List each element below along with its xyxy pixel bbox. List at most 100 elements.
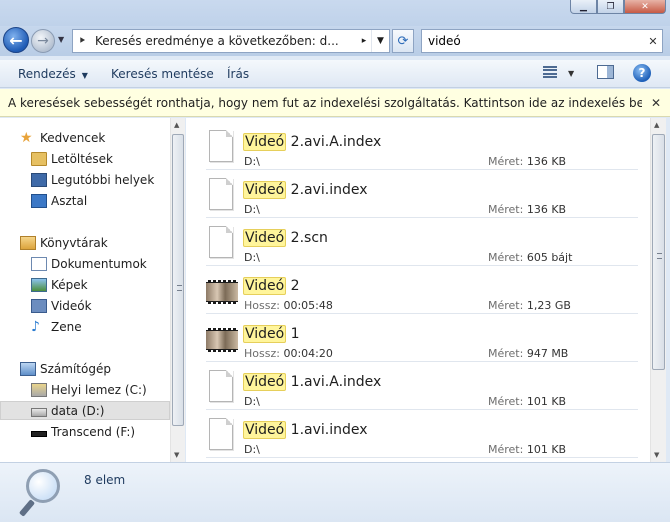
size-label: Méret: [488, 443, 524, 456]
file-name[interactable]: Videó 2.avi.index [243, 181, 368, 199]
scroll-down-icon[interactable]: ▼ [654, 451, 659, 459]
maximize-button[interactable]: ❐ [597, 0, 624, 14]
downloads-folder-icon [31, 151, 47, 166]
details-pane: 8 elem [0, 462, 670, 522]
sidebar-item-videos[interactable]: Videók [0, 296, 170, 315]
meta-value: D:\ [244, 443, 260, 456]
scroll-up-icon[interactable]: ▲ [654, 121, 659, 129]
list-item[interactable]: Videó 1.avi.index D:\ Méret: 101 KB [206, 410, 638, 458]
file-name-rest: 1 [286, 326, 300, 342]
size-label: Méret: [488, 203, 524, 216]
breadcrumb-chevron-icon[interactable]: ▸ [357, 36, 371, 46]
close-info-bar-icon[interactable]: ✕ [642, 96, 670, 110]
file-name-rest: 2.avi.A.index [286, 134, 382, 150]
view-dropdown-icon[interactable]: ▼ [568, 69, 574, 78]
item-count: 8 elem [84, 473, 126, 487]
sidebar-item-data-d[interactable]: data (D:) [0, 401, 170, 420]
meta-value: D:\ [244, 251, 260, 264]
sidebar-item-label: Asztal [51, 193, 88, 208]
sidebar-item-local-disk-c[interactable]: Helyi lemez (C:) [0, 380, 170, 399]
view-options-icon[interactable] [543, 65, 557, 79]
address-dropdown-button[interactable]: ▼ [371, 30, 389, 52]
burn-button[interactable]: Írás [227, 67, 249, 81]
file-name-rest: 2 [286, 278, 300, 294]
list-item[interactable]: Videó 2.avi.index D:\ Méret: 136 KB [206, 170, 638, 218]
file-icon [209, 130, 233, 162]
file-icon [209, 418, 233, 450]
search-highlight: Videó [243, 421, 287, 439]
address-text[interactable]: Keresés eredménye a következőben: d... [91, 34, 357, 48]
address-bar[interactable]: ⯈ Keresés eredménye a következőben: d...… [72, 29, 390, 53]
sidebar-item-computer[interactable]: Számítógép [0, 359, 170, 378]
usb-drive-icon [31, 430, 47, 437]
film-perforation [206, 280, 238, 282]
sidebar-item-libraries[interactable]: Könyvtárak [0, 233, 170, 252]
sidebar-item-label: Videók [51, 298, 92, 313]
sidebar-item-documents[interactable]: Dokumentumok [0, 254, 170, 273]
refresh-button[interactable]: ⟳ [392, 29, 414, 53]
file-icon [209, 226, 233, 258]
sidebar-item-label: Zene [51, 319, 82, 334]
search-highlight: Videó [243, 277, 287, 295]
chevron-down-icon: ▼ [81, 71, 88, 80]
size-label: Méret: [488, 395, 524, 408]
scrollbar-thumb[interactable] [652, 134, 665, 370]
scroll-down-icon[interactable]: ▼ [174, 451, 179, 459]
window-controls: ▁ ❐ ✕ [570, 0, 666, 14]
file-name[interactable]: Videó 1.avi.index [243, 421, 368, 439]
search-highlight: Videó [243, 133, 287, 151]
forward-button[interactable]: → [31, 29, 55, 53]
magnifier-handle [18, 499, 36, 517]
list-item[interactable]: Videó 1 Hossz: 00:04:20 Méret: 947 MB [206, 314, 638, 362]
info-bar-text[interactable]: A keresések sebességét ronthatja, hogy n… [8, 96, 642, 110]
minimize-button[interactable]: ▁ [570, 0, 597, 14]
file-location: D:\ [244, 251, 260, 264]
scrollbar-thumb[interactable] [172, 134, 184, 426]
windows-drive-icon [31, 382, 47, 397]
documents-icon [31, 256, 47, 271]
sidebar-item-downloads[interactable]: Letöltések [0, 149, 170, 168]
file-name[interactable]: Videó 2.scn [243, 229, 328, 247]
list-item[interactable]: Videó 2 Hossz: 00:05:48 Méret: 1,23 GB [206, 266, 638, 314]
navigation-pane-scrollbar[interactable]: ▲ ▼ [170, 118, 185, 462]
sidebar-item-desktop[interactable]: Asztal [0, 191, 170, 210]
sidebar-item-transcend-f[interactable]: Transcend (F:) [0, 422, 170, 441]
sidebar-item-music[interactable]: ♪ Zene [0, 317, 170, 336]
help-icon[interactable]: ? [633, 64, 651, 82]
videos-icon [31, 298, 47, 313]
history-dropdown-button[interactable]: ▼ [58, 35, 64, 44]
sidebar-item-label: Legutóbbi helyek [51, 172, 155, 187]
close-button[interactable]: ✕ [624, 0, 666, 14]
window-chrome: ▁ ❐ ✕ [0, 0, 670, 26]
back-button[interactable]: ← [3, 27, 29, 53]
meta-value: 00:04:20 [283, 347, 333, 360]
list-item[interactable]: Videó 1.avi.A.index D:\ Méret: 101 KB [206, 362, 638, 410]
sidebar-item-favorites[interactable]: ★ Kedvencek [0, 128, 170, 147]
size-value: 101 KB [526, 395, 567, 408]
scroll-up-icon[interactable]: ▲ [174, 121, 179, 129]
sidebar-item-pictures[interactable]: Képek [0, 275, 170, 294]
file-name[interactable]: Videó 2 [243, 277, 300, 295]
film-perforation [206, 302, 238, 304]
organize-button[interactable]: Rendezés ▼ [18, 67, 88, 81]
size-label: Méret: [488, 155, 524, 168]
file-size: Méret: 136 KB [488, 155, 566, 168]
list-item[interactable]: Videó 2.avi.A.index D:\ Méret: 136 KB [206, 122, 638, 170]
save-search-button[interactable]: Keresés mentése [111, 67, 214, 81]
results-scrollbar[interactable]: ▲ ▼ [650, 118, 666, 462]
preview-pane-icon[interactable] [597, 65, 614, 79]
video-thumbnail-icon [206, 280, 238, 304]
sidebar-item-recent-places[interactable]: Legutóbbi helyek [0, 170, 170, 189]
recent-places-icon [31, 172, 47, 187]
command-toolbar: Rendezés ▼ Keresés mentése Írás ▼ ? [0, 60, 670, 88]
search-input[interactable] [428, 34, 644, 48]
search-box[interactable]: ✕ [421, 29, 663, 53]
grip-icon [657, 253, 662, 259]
list-item[interactable]: Videó 2.scn D:\ Méret: 605 bájt [206, 218, 638, 266]
size-label: Méret: [488, 347, 524, 360]
file-name[interactable]: Videó 2.avi.A.index [243, 133, 382, 151]
indexing-info-bar[interactable]: A keresések sebességét ronthatja, hogy n… [0, 89, 670, 117]
file-name[interactable]: Videó 1 [243, 325, 300, 343]
clear-search-icon[interactable]: ✕ [644, 35, 662, 48]
file-name[interactable]: Videó 1.avi.A.index [243, 373, 381, 391]
